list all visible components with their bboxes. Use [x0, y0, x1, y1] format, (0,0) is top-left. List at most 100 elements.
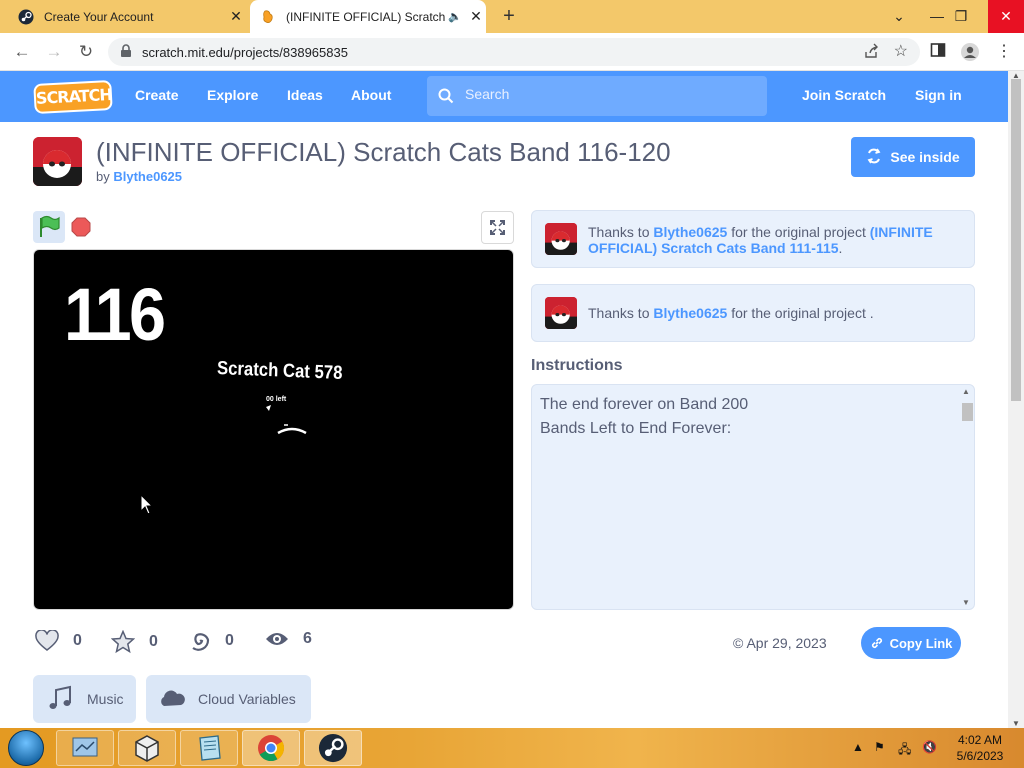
clock-time: 4:02 AM — [957, 733, 1003, 747]
bookmark-star-icon[interactable]: ☆ — [894, 41, 908, 61]
taskbar-app-notebook-icon[interactable] — [180, 730, 238, 766]
eye-icon — [266, 633, 288, 645]
speaker-icon[interactable]: 🔈 — [448, 10, 462, 23]
stage-cat-name: Scratch Cat 578 — [216, 358, 343, 384]
nav-about[interactable]: About — [351, 87, 391, 103]
tab-create-account[interactable]: Create Your Account ✕ — [8, 0, 246, 33]
page-scrollbar[interactable]: ▲ ▼ — [1008, 71, 1024, 728]
taskbar-app-tablet-icon[interactable] — [56, 730, 114, 766]
taskbar-app-box-icon[interactable] — [118, 730, 176, 766]
see-inside-label: See inside — [890, 149, 960, 165]
close-tab-icon[interactable]: ✕ — [466, 8, 486, 25]
forward-arrow-icon[interactable]: → — [44, 42, 64, 62]
instructions-scrollbar-thumb[interactable] — [962, 403, 973, 421]
scratch-navbar: SCRATCH Create Explore Ideas About Join … — [0, 71, 1008, 122]
browser-tab-strip: Create Your Account ✕ (INFINITE OFFICIAL… — [0, 0, 1024, 33]
remixes-stat[interactable]: 0 — [189, 630, 234, 652]
reload-icon[interactable]: ↻ — [76, 42, 96, 62]
stage-band-number: 116 — [64, 273, 166, 356]
search-icon — [438, 88, 454, 109]
green-flag-icon — [40, 215, 60, 237]
restore-icon[interactable]: ❐ — [944, 0, 978, 33]
address-bar[interactable]: scratch.mit.edu/projects/838965835 ☆ — [108, 38, 920, 66]
close-tab-icon[interactable]: ✕ — [226, 8, 246, 25]
nav-ideas[interactable]: Ideas — [287, 87, 323, 103]
link-icon — [871, 637, 882, 649]
credit-suffix: . — [838, 240, 843, 256]
scroll-down-arrow-icon[interactable]: ▼ — [1012, 719, 1020, 728]
favorites-stat[interactable]: 0 — [111, 630, 158, 654]
stage-small-text: 00 left — [266, 396, 287, 403]
credit-avatar[interactable] — [545, 297, 577, 329]
author-link[interactable]: Blythe0625 — [113, 169, 182, 184]
search-input[interactable] — [465, 86, 755, 102]
tab-title: Create Your Account — [44, 9, 154, 24]
windows-taskbar: ▲ ⚑ 🖧 🔇 4:02 AM 5/6/2023 — [0, 728, 1024, 768]
sign-in-link[interactable]: Sign in — [915, 87, 962, 103]
stop-button[interactable] — [71, 217, 91, 237]
network-icon[interactable]: 🖧 — [898, 740, 911, 761]
stop-sign-icon — [71, 217, 91, 237]
taskbar-app-chrome-icon[interactable] — [242, 730, 300, 766]
share-icon[interactable] — [864, 43, 880, 64]
green-flag-button[interactable] — [33, 211, 65, 243]
join-scratch-link[interactable]: Join Scratch — [802, 87, 886, 103]
extension-cloud-variables-chip[interactable]: Cloud Variables — [146, 675, 311, 723]
tab-title: (INFINITE OFFICIAL) Scratch — [286, 9, 446, 24]
credit-user-link[interactable]: Blythe0625 — [653, 305, 727, 321]
remix-credit-1: Thanks to Blythe0625 for the original pr… — [531, 210, 975, 268]
star-icon — [111, 630, 135, 654]
copyright-icon: © — [733, 635, 744, 651]
close-window-icon[interactable]: ✕ — [988, 0, 1024, 33]
nav-explore[interactable]: Explore — [207, 87, 258, 103]
kebab-menu-icon[interactable]: ⋮ — [996, 42, 1016, 62]
see-inside-button[interactable]: See inside — [851, 137, 975, 177]
instructions-box[interactable]: The end forever on Band 200 Bands Left t… — [531, 384, 975, 610]
credit-user-link[interactable]: Blythe0625 — [653, 224, 727, 240]
project-title: (INFINITE OFFICIAL) Scratch Cats Band 11… — [96, 137, 671, 167]
scratch-logo[interactable]: SCRATCH — [33, 79, 113, 115]
favorites-count: 0 — [149, 633, 158, 650]
profile-icon[interactable] — [960, 42, 980, 62]
instructions-scrollbar[interactable]: ▲ ▼ — [960, 387, 973, 607]
clock-date: 5/6/2023 — [956, 749, 1004, 763]
remixes-count: 0 — [225, 632, 234, 649]
stage-cat-face-icon — [266, 405, 307, 435]
by-label: by — [96, 169, 110, 184]
taskbar-app-steam-icon[interactable] — [304, 730, 362, 766]
scroll-up-arrow-icon[interactable]: ▲ — [962, 387, 970, 396]
views-count: 6 — [303, 630, 312, 647]
scroll-down-arrow-icon[interactable]: ▼ — [962, 598, 970, 607]
credit-prefix: Thanks to — [588, 224, 650, 240]
taskbar-clock[interactable]: 4:02 AM 5/6/2023 — [950, 732, 1010, 764]
project-byline: by Blythe0625 — [96, 169, 182, 184]
volume-muted-icon[interactable]: 🔇 — [922, 740, 937, 754]
tray-expand-icon[interactable]: ▲ — [852, 740, 864, 754]
credit-avatar[interactable] — [545, 223, 577, 255]
copy-link-label: Copy Link — [889, 635, 953, 651]
back-arrow-icon[interactable]: ← — [12, 42, 32, 62]
credit-suffix: . — [869, 305, 874, 321]
search-box[interactable] — [427, 76, 767, 116]
tab-scratch-project[interactable]: (INFINITE OFFICIAL) Scratch 🔈 ✕ — [250, 0, 486, 33]
loves-stat[interactable]: 0 — [35, 630, 82, 652]
instructions-line: Bands Left to End Forever: — [540, 420, 732, 437]
steam-icon — [18, 9, 34, 25]
remix-credit-2: Thanks to Blythe0625 for the original pr… — [531, 284, 975, 342]
tab-search-chevron-icon[interactable]: ⌄ — [882, 0, 916, 33]
fullscreen-icon — [490, 220, 505, 235]
side-panel-icon[interactable] — [930, 42, 950, 62]
music-note-icon — [49, 685, 71, 709]
copy-link-button[interactable]: Copy Link — [861, 627, 961, 659]
new-tab-button[interactable]: + — [498, 5, 520, 28]
start-button-icon[interactable] — [8, 730, 44, 766]
scrollbar-thumb[interactable] — [1011, 79, 1021, 401]
credit-middle: for the original project — [731, 305, 866, 321]
extension-music-chip[interactable]: Music — [33, 675, 136, 723]
nav-create[interactable]: Create — [135, 87, 179, 103]
action-center-flag-icon[interactable]: ⚑ — [874, 740, 885, 754]
project-stage[interactable]: 116 Scratch Cat 578 00 left — [33, 249, 514, 610]
project-author-avatar[interactable] — [33, 137, 82, 186]
remix-arrows-icon — [866, 148, 882, 167]
fullscreen-button[interactable] — [481, 211, 514, 244]
